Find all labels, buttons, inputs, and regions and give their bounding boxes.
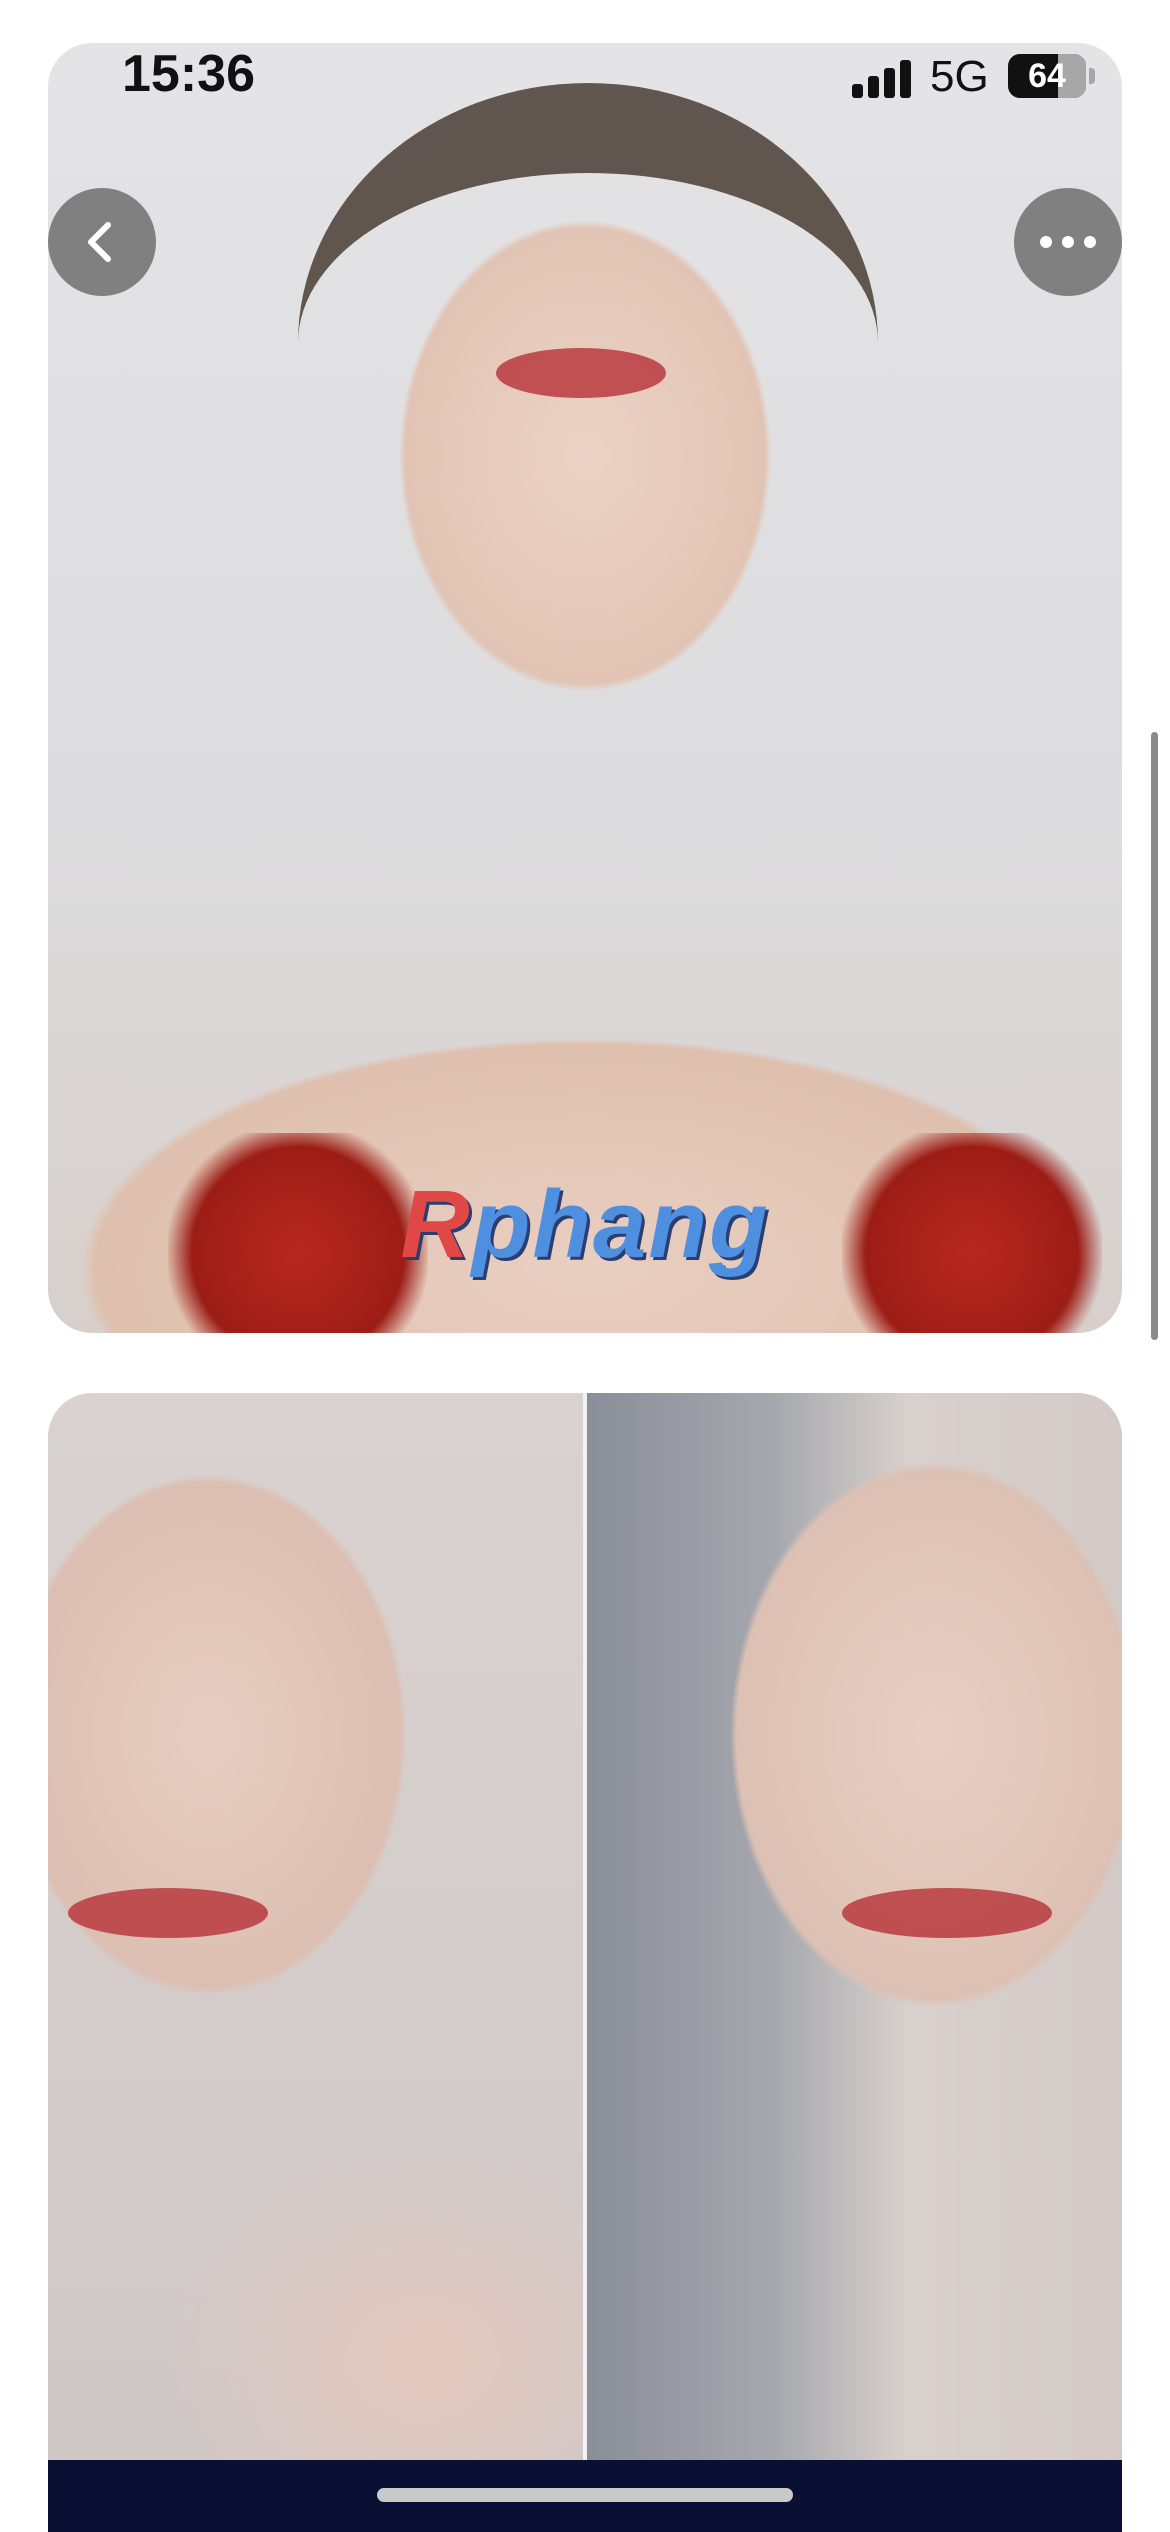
ellipsis-icon bbox=[1040, 236, 1096, 248]
photo-bottom[interactable] bbox=[48, 1393, 1122, 2532]
scrollbar[interactable] bbox=[1151, 732, 1158, 1340]
status-time: 15:36 bbox=[122, 45, 255, 103]
photo-lips-shape bbox=[842, 1888, 1052, 1938]
home-indicator[interactable] bbox=[377, 2488, 793, 2502]
cellular-signal-icon bbox=[852, 58, 914, 98]
photo-hair-shape bbox=[298, 83, 878, 603]
battery-level: 64 bbox=[1028, 57, 1066, 95]
network-type: 5G bbox=[930, 52, 989, 101]
photo-lips-shape bbox=[496, 348, 666, 398]
photo-bottom-right bbox=[583, 1393, 1122, 2532]
battery-tip bbox=[1089, 68, 1095, 84]
back-button[interactable] bbox=[48, 188, 156, 296]
watermark-first-letter: R bbox=[400, 1171, 472, 1278]
image-viewer-screen: Rphang 15:36 5G 64 bbox=[0, 0, 1170, 2532]
battery-icon: 64 bbox=[1008, 54, 1086, 98]
watermark-logo: Rphang bbox=[0, 1170, 1170, 1280]
chevron-left-icon bbox=[88, 222, 111, 262]
photo-top[interactable] bbox=[48, 43, 1122, 1333]
more-options-button[interactable] bbox=[1014, 188, 1122, 296]
photo-bottom-left bbox=[48, 1393, 583, 2532]
photo-lips-shape bbox=[68, 1888, 268, 1938]
status-bar: 15:36 5G 64 bbox=[0, 0, 1170, 150]
watermark-rest: phang bbox=[471, 1171, 770, 1278]
